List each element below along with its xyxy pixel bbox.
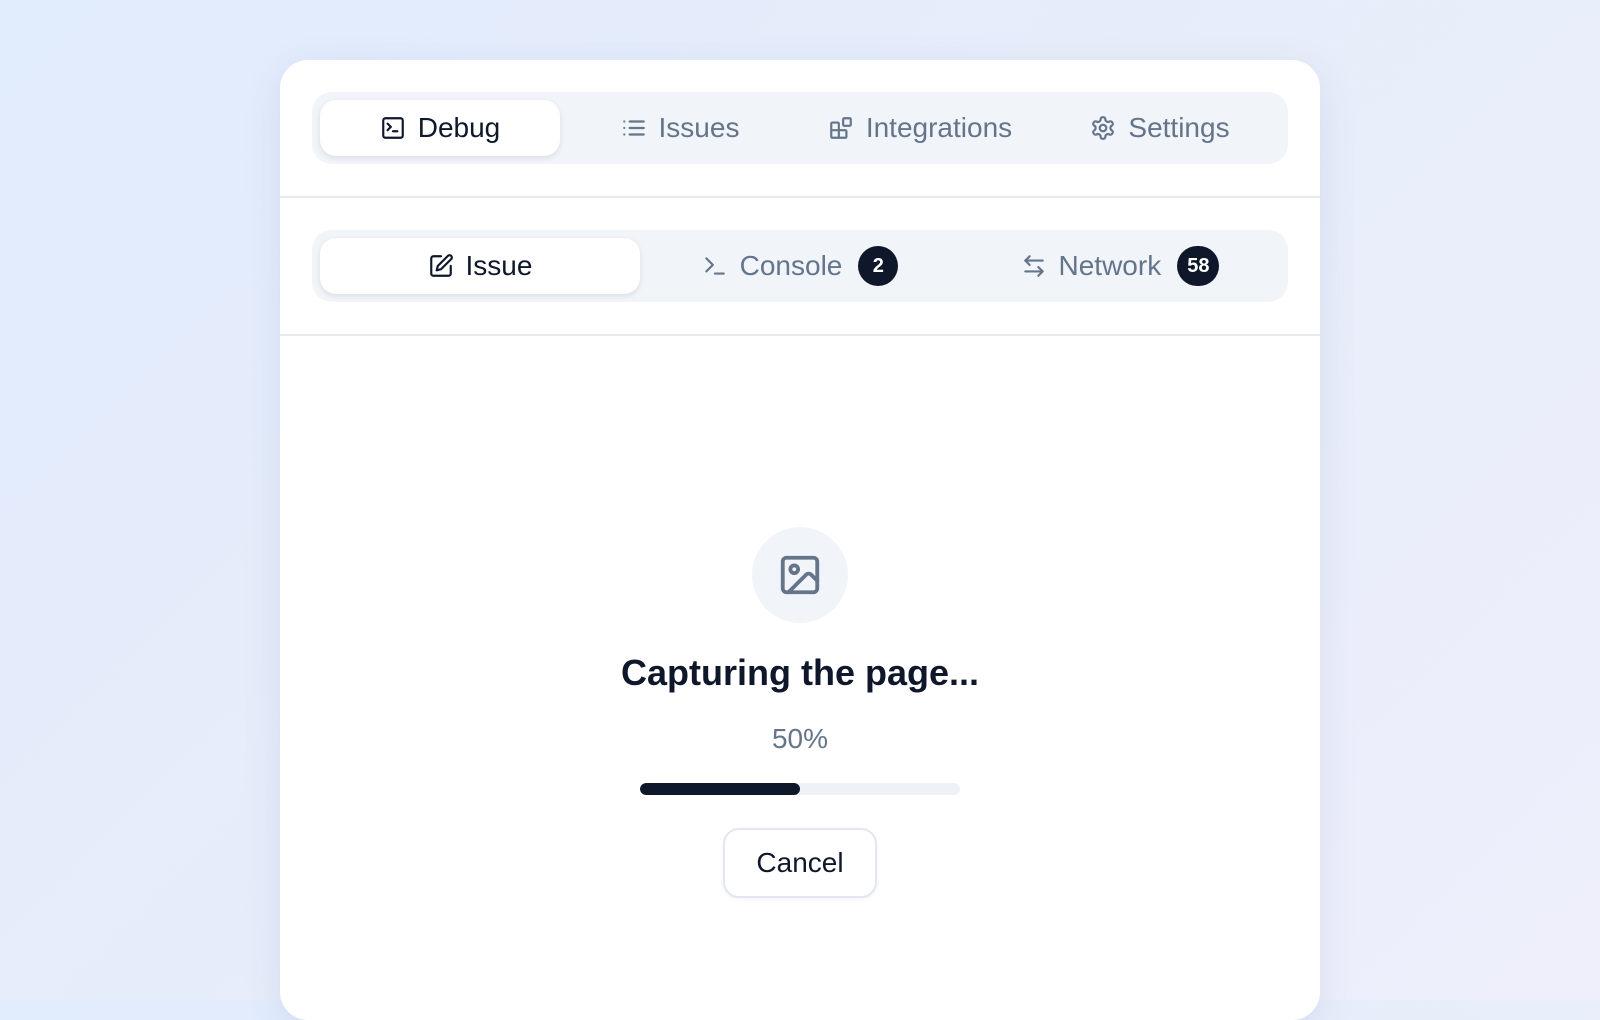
debug-sub-tab-bar: Issue Console 2 Network 58 bbox=[312, 230, 1288, 302]
capture-icon-circle bbox=[752, 527, 848, 623]
progress-bar bbox=[640, 783, 960, 795]
tab-settings[interactable]: Settings bbox=[1040, 100, 1280, 156]
tab-console[interactable]: Console 2 bbox=[640, 238, 960, 294]
tab-network-label: Network bbox=[1058, 250, 1162, 281]
console-count-badge: 2 bbox=[858, 246, 899, 286]
image-icon bbox=[780, 555, 820, 595]
network-count-badge: 58 bbox=[1177, 246, 1220, 286]
progress-percent: 50% bbox=[771, 723, 829, 754]
tab-debug[interactable]: Debug bbox=[320, 100, 560, 156]
tab-issue[interactable]: Issue bbox=[320, 238, 640, 294]
list-icon bbox=[622, 120, 645, 136]
gear-icon bbox=[1092, 116, 1115, 140]
arrows-left-right-icon bbox=[1023, 255, 1044, 277]
terminal-icon bbox=[704, 257, 725, 275]
tab-network[interactable]: Network 58 bbox=[960, 238, 1280, 294]
tab-debug-label: Debug bbox=[417, 112, 501, 143]
tab-integrations[interactable]: Integrations bbox=[800, 100, 1040, 156]
main-tab-bar: Debug Issues Integrations Settings bbox=[312, 92, 1288, 164]
debug-panel: Debug Issues Integrations Settings Issue… bbox=[280, 60, 1320, 1020]
tab-issues-label: Issues bbox=[658, 112, 740, 143]
tab-issue-label: Issue bbox=[465, 250, 533, 281]
edit-icon bbox=[429, 254, 453, 277]
terminal-square-icon bbox=[381, 117, 404, 139]
cancel-button[interactable]: Cancel bbox=[723, 828, 877, 898]
tab-console-label: Console bbox=[739, 250, 843, 281]
tab-settings-label: Settings bbox=[1128, 112, 1230, 143]
tab-issues[interactable]: Issues bbox=[560, 100, 800, 156]
tab-integrations-label: Integrations bbox=[865, 112, 1013, 143]
progress-bar-fill bbox=[640, 783, 800, 795]
subtabs-divider bbox=[280, 334, 1320, 336]
blocks-icon bbox=[829, 117, 852, 139]
capture-title: Capturing the page... bbox=[620, 652, 979, 693]
header-divider bbox=[280, 196, 1320, 198]
